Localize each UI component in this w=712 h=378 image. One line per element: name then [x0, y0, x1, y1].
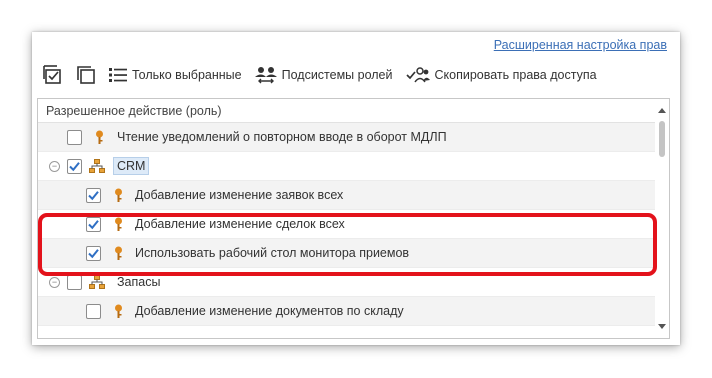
role-subsystems-label: Подсистемы ролей [281, 68, 393, 82]
checkbox[interactable] [67, 130, 82, 145]
vertical-scrollbar[interactable] [655, 99, 669, 338]
list-item-label: Добавление изменение документов по склад… [135, 304, 404, 318]
list-item[interactable]: − Запасы [38, 268, 656, 297]
only-selected-button[interactable]: Только выбранные [106, 63, 245, 87]
list-header: Разрешенное действие (роль) [38, 99, 669, 123]
scroll-thumb[interactable] [659, 121, 665, 157]
role-subsystems-button[interactable]: Подсистемы ролей [252, 63, 396, 87]
advanced-settings-link[interactable]: Расширенная настройка прав [494, 38, 667, 52]
checkbox[interactable] [86, 217, 101, 232]
scroll-up-icon[interactable] [658, 108, 666, 113]
copy-rights-button[interactable]: Скопировать права доступа [403, 63, 600, 87]
uncheck-all-button[interactable] [73, 63, 99, 87]
org-structure-icon [89, 159, 105, 177]
checkbox[interactable] [67, 159, 82, 174]
key-icon [114, 304, 123, 322]
list-item-label: Использовать рабочий стол монитора прием… [135, 246, 410, 260]
list-item-label: Запасы [117, 275, 161, 289]
copy-users-icon [405, 66, 430, 84]
list-item[interactable]: Добавление изменение сделок всех [38, 210, 656, 239]
checkbox[interactable] [86, 304, 101, 319]
key-icon [114, 188, 123, 206]
list-item-label: Добавление изменение сделок всех [135, 217, 345, 231]
key-icon [114, 246, 123, 264]
list-item-label: Добавление изменение заявок всех [135, 188, 344, 202]
list-item-label: Чтение уведомлений о повторном вводе в о… [117, 130, 447, 144]
checkbox[interactable] [86, 188, 101, 203]
checkbox[interactable] [86, 246, 101, 261]
list-item-label: CRM [113, 157, 150, 175]
check-all-button[interactable] [40, 63, 66, 87]
collapse-icon[interactable]: − [49, 161, 60, 172]
checkbox[interactable] [67, 275, 82, 290]
copy-rights-label: Скопировать права доступа [434, 68, 597, 82]
list-item[interactable]: Чтение уведомлений о повторном вводе в о… [38, 123, 656, 152]
list-item[interactable]: Добавление изменение заявок всех [38, 181, 656, 210]
toolbar: Только выбранные Подсистемы ролей Скопир… [40, 62, 672, 88]
check-all-icon [43, 65, 63, 85]
key-icon [95, 130, 104, 148]
scroll-down-icon[interactable] [658, 324, 666, 329]
org-structure-icon [89, 275, 105, 293]
access-rights-panel: Расширенная настройка прав Только выбран… [32, 32, 680, 345]
only-selected-label: Только выбранные [132, 68, 242, 82]
list-item[interactable]: − CRM [38, 152, 656, 181]
list-item[interactable]: Добавление изменение документов по склад… [38, 297, 656, 326]
key-icon [114, 217, 123, 235]
rights-list: Разрешенное действие (роль) Чтение уведо… [37, 98, 670, 339]
list-item[interactable]: Использовать рабочий стол монитора прием… [38, 239, 656, 268]
users-icon [254, 66, 277, 84]
uncheck-all-icon [76, 65, 96, 85]
list-icon [109, 67, 127, 83]
collapse-icon[interactable]: − [49, 277, 60, 288]
